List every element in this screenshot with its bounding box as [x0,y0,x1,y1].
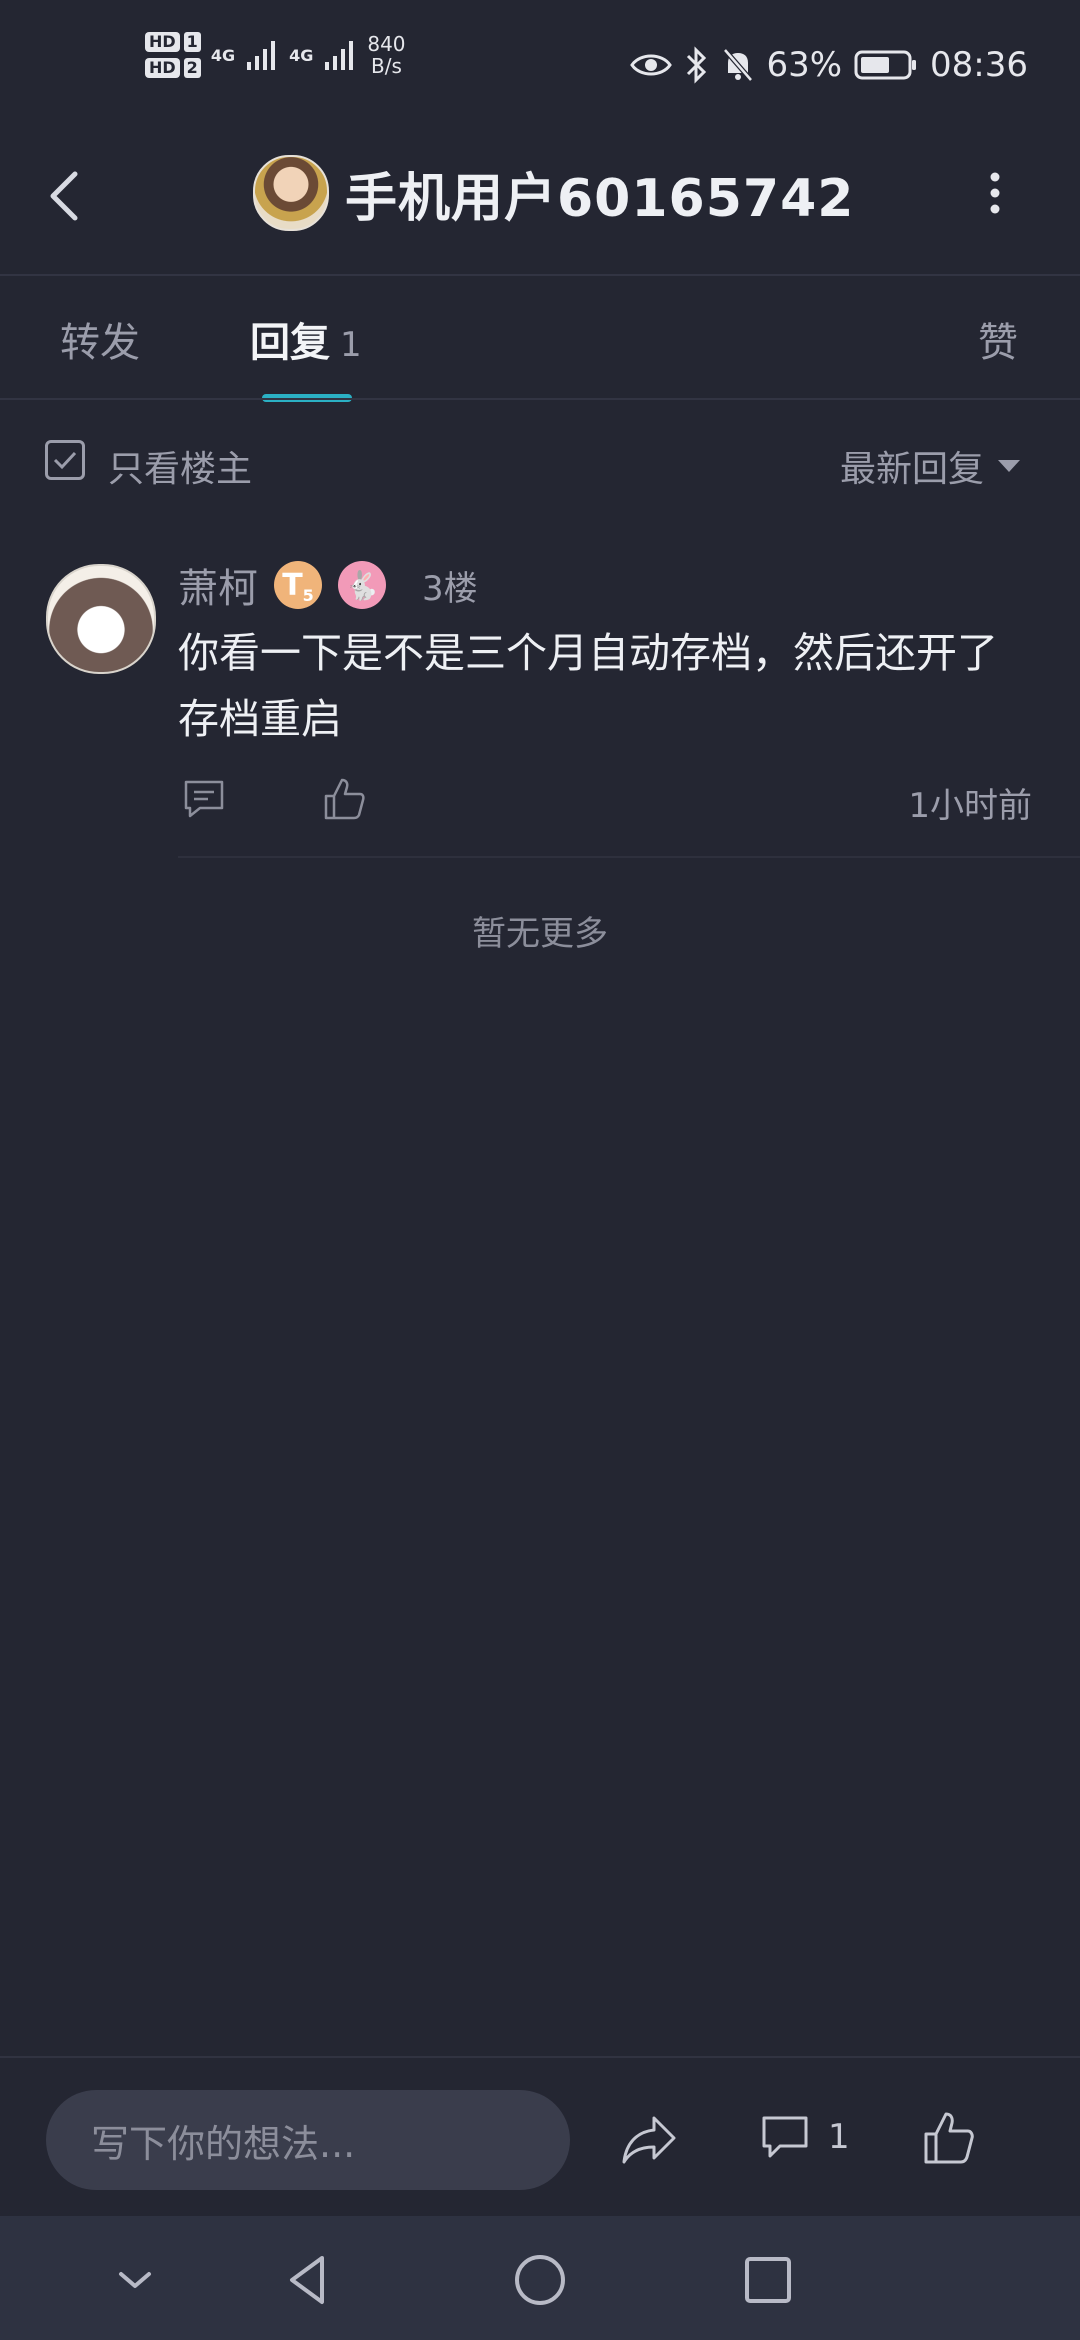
sim2-number: 2 [183,58,201,78]
rabbit-badge-icon: 🐇 [338,561,386,609]
header-title-group[interactable]: 手机用户60165742 [253,155,854,231]
header-divider [0,274,1080,276]
nav-home-icon[interactable] [510,2250,570,2310]
sim1-hd-icon: HD [145,32,180,52]
clock: 08:36 [930,45,1028,85]
tab-reply-label: 回复 [250,320,330,366]
share-arrow-icon[interactable] [620,2112,678,2166]
comments-button[interactable]: 1 [760,2112,850,2162]
back-arrow-icon[interactable] [45,168,85,224]
nav-back-icon[interactable] [278,2250,338,2310]
signal-icon-2 [325,41,354,70]
sort-dropdown[interactable]: 最新回复 [840,440,1020,492]
only-op-label[interactable]: 只看楼主 [108,440,252,492]
network-type-1: 4G [210,45,236,65]
like-thumb-icon[interactable] [322,776,366,822]
nav-collapse-icon[interactable] [105,2250,165,2310]
more-options-icon[interactable] [988,172,1002,214]
floor-number: 3楼 [422,568,478,609]
dropdown-arrow-icon [998,460,1020,472]
network-type-2: 4G [289,45,314,65]
comment-time: 1小时前 [908,786,1032,826]
status-bar: HD 1 HD 2 4G 4G 840 B/s 63% 08:36 [0,0,1080,130]
status-left: HD 1 HD 2 4G 4G 840 B/s [145,32,406,78]
battery-percent: 63% [766,45,843,85]
commenter-name[interactable]: 萧柯 [178,556,258,614]
page-title: 手机用户60165742 [345,168,855,229]
post-meta: 萧柯 T5 🐇 3楼 [178,556,478,614]
comment-text: 你看一下是不是三个月自动存档，然后还开了存档重启 [178,629,998,743]
sort-label: 最新回复 [839,449,984,490]
comment-bubble-icon [762,2116,808,2158]
comment-divider [178,856,1080,858]
tab-reply-count: 1 [340,325,362,365]
bluetooth-icon [687,46,707,84]
tabs-divider [0,398,1080,400]
no-more-text: 暂无更多 [472,914,608,954]
check-icon [53,451,77,470]
tab-likes[interactable]: 赞 [978,310,1018,368]
sim1-number: 1 [183,32,201,52]
like-button-icon[interactable] [922,2110,974,2166]
battery-icon [854,50,917,80]
comment-count: 1 [828,2117,850,2157]
bottom-divider [0,2056,1080,2058]
level-badge-icon: T5 [274,561,322,609]
comment-input[interactable]: 写下你的想法... [46,2090,570,2190]
tab-forward[interactable]: 转发 [60,310,140,368]
user-avatar[interactable] [253,155,329,231]
only-op-checkbox[interactable] [45,440,85,480]
status-right: 63% 08:36 [630,45,1028,85]
nav-recents-icon[interactable] [738,2250,798,2310]
network-speed: 840 B/s [367,32,406,78]
signal-icon [247,41,276,70]
eye-icon [630,54,673,76]
tab-reply[interactable]: 回复 1 [250,310,362,368]
reply-comment-icon[interactable] [182,778,226,820]
commenter-avatar[interactable] [46,564,156,674]
mute-bell-icon [723,48,754,82]
sim2-hd-icon: HD [145,58,180,78]
